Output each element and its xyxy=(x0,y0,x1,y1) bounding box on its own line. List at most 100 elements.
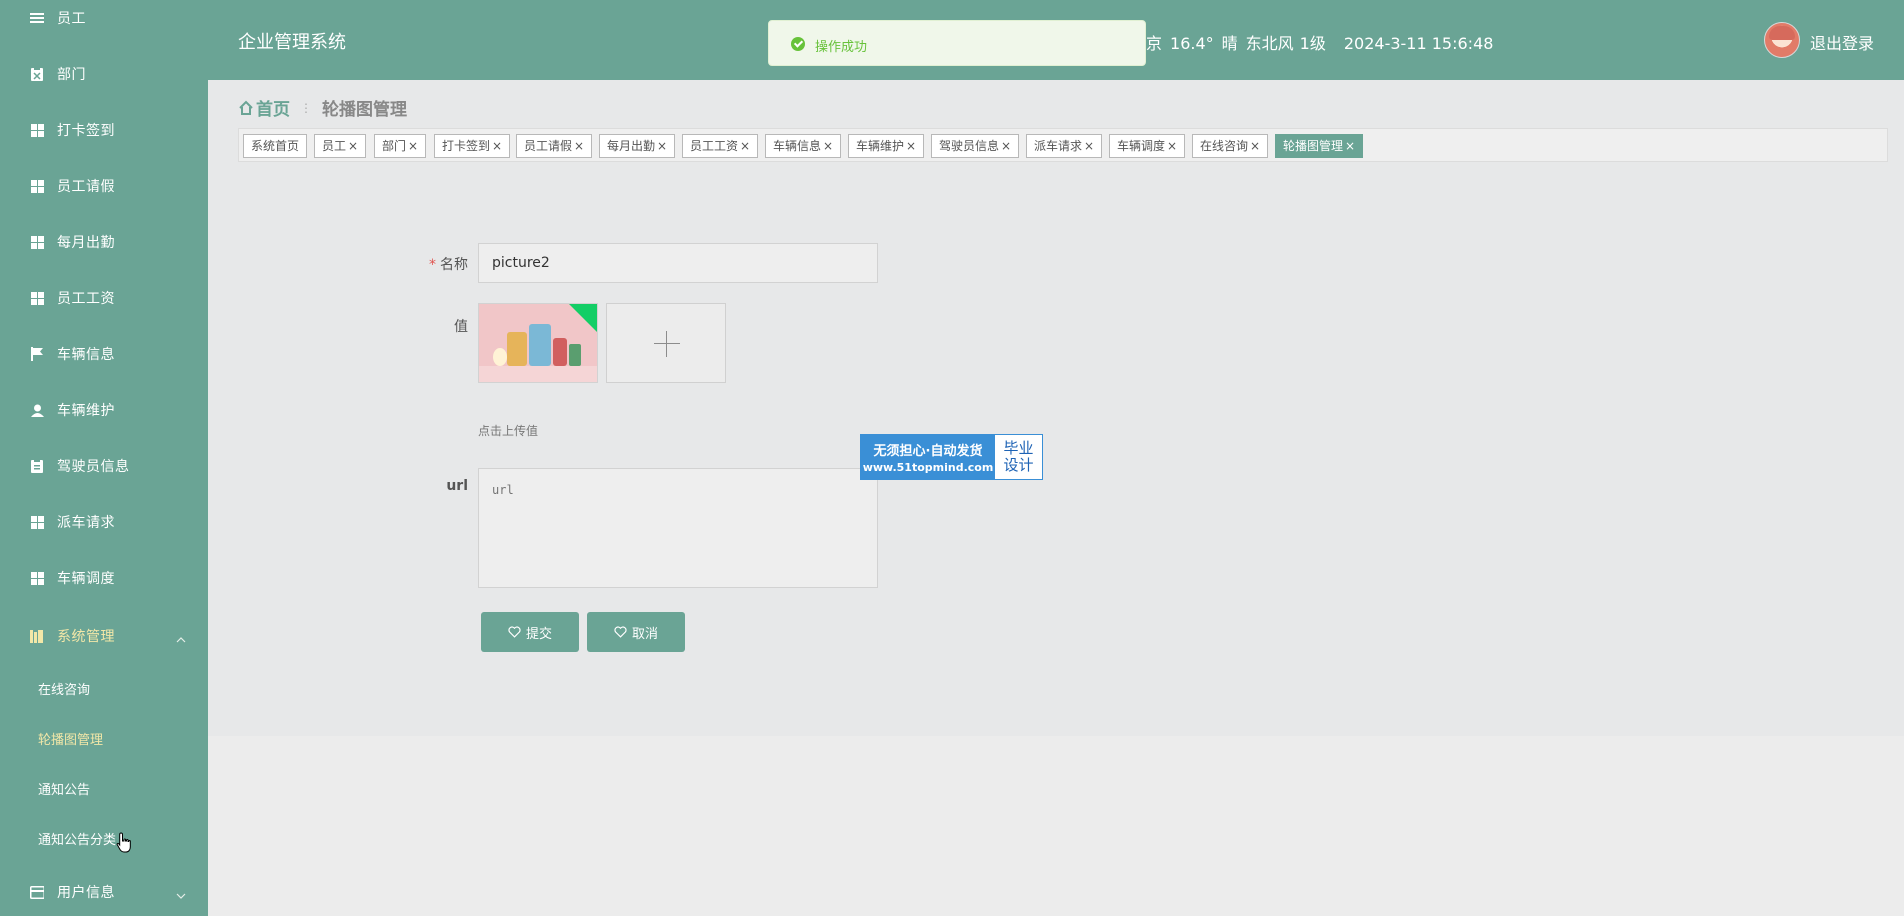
breadcrumb-home[interactable]: 首页 xyxy=(238,95,290,120)
thumbnail-item xyxy=(569,344,581,366)
sidebar-item-label: 每月出勤 xyxy=(57,235,115,251)
heart-icon xyxy=(614,626,627,638)
grid-icon xyxy=(30,179,44,193)
close-icon[interactable]: × xyxy=(823,139,833,153)
close-icon[interactable]: × xyxy=(1001,139,1011,153)
name-input[interactable]: picture2 xyxy=(478,243,878,283)
heart-icon xyxy=(508,626,521,638)
grid-icon xyxy=(30,235,44,249)
grid-icon xyxy=(30,291,44,305)
uploaded-image-thumbnail[interactable] xyxy=(478,303,598,383)
cancel-button[interactable]: 取消 xyxy=(587,612,685,652)
sidebar-subitem-online-consult[interactable]: 在线咨询 xyxy=(0,670,208,706)
sidebar: 员工 部门 打卡签到 员工请假 每月出勤 员工工资 车辆信息 车辆维护 驾驶员信… xyxy=(0,0,208,916)
tag-checkin[interactable]: 打卡签到 × xyxy=(434,134,511,158)
tag-label: 在线咨询 xyxy=(1200,139,1249,153)
thumbnail-item xyxy=(553,338,567,366)
watermark-right1: 毕业 xyxy=(1003,439,1034,457)
home-icon xyxy=(239,100,253,115)
tag-dispatch-request[interactable]: 派车请求 × xyxy=(1026,134,1103,158)
tag-leave[interactable]: 员工请假 × xyxy=(516,134,593,158)
close-icon[interactable]: × xyxy=(1167,139,1177,153)
sidebar-item-leave[interactable]: 员工请假 xyxy=(0,166,208,206)
tag-driver-info[interactable]: 驾驶员信息 × xyxy=(931,134,1020,158)
sidebar-item-vehicle-maintenance[interactable]: 车辆维护 xyxy=(0,390,208,430)
weather-wind: 东北风 xyxy=(1245,34,1294,53)
close-icon[interactable]: × xyxy=(1345,139,1355,153)
sidebar-item-vehicle-scheduling[interactable]: 车辆调度 xyxy=(0,558,208,598)
sidebar-item-system-management[interactable]: 系统管理 xyxy=(0,616,208,656)
tag-online-consult[interactable]: 在线咨询 × xyxy=(1192,134,1269,158)
sidebar-item-label: 员工 xyxy=(57,11,86,27)
sidebar-subitem-label: 轮播图管理 xyxy=(38,732,104,748)
weather-city: 京 xyxy=(1146,34,1163,53)
tag-department[interactable]: 部门 × xyxy=(374,134,427,158)
sidebar-item-label: 车辆信息 xyxy=(57,347,115,363)
upload-plus-button[interactable] xyxy=(606,303,726,383)
sidebar-item-label: 驾驶员信息 xyxy=(57,459,130,475)
thumbnail-shelf xyxy=(479,366,597,382)
grid-icon xyxy=(30,571,44,585)
menu-icon xyxy=(30,11,44,25)
sidebar-subitem-label: 通知公告分类 xyxy=(38,832,117,848)
tag-salary[interactable]: 员工工资 × xyxy=(682,134,759,158)
sidebar-item-department[interactable]: 部门 xyxy=(0,54,208,94)
close-icon[interactable]: × xyxy=(906,139,916,153)
close-icon[interactable]: × xyxy=(408,139,418,153)
sidebar-item-salary[interactable]: 员工工资 xyxy=(0,278,208,318)
user-icon xyxy=(30,403,44,417)
sidebar-item-label: 系统管理 xyxy=(57,629,115,645)
tag-home[interactable]: 系统首页 xyxy=(243,134,308,158)
sidebar-item-driver-info[interactable]: 驾驶员信息 xyxy=(0,446,208,486)
tag-label: 系统首页 xyxy=(251,139,300,153)
check-circle-icon xyxy=(791,37,805,51)
watermark-right2: 设计 xyxy=(1003,456,1034,474)
sidebar-item-checkin[interactable]: 打卡签到 xyxy=(0,110,208,150)
watermark-right: 毕业 设计 xyxy=(995,435,1042,479)
tag-employee[interactable]: 员工 × xyxy=(314,134,367,158)
sidebar-item-attendance[interactable]: 每月出勤 xyxy=(0,222,208,262)
flag-icon xyxy=(30,347,44,361)
thumbnail-item xyxy=(507,332,527,366)
close-icon[interactable]: × xyxy=(657,139,667,153)
tag-vehicle-info[interactable]: 车辆信息 × xyxy=(765,134,842,158)
required-asterisk: * xyxy=(429,257,436,273)
sidebar-item-label: 派车请求 xyxy=(57,515,115,531)
tag-label: 车辆调度 xyxy=(1117,139,1166,153)
sidebar-item-dispatch-request[interactable]: 派车请求 xyxy=(0,502,208,542)
tag-label: 车辆维护 xyxy=(856,139,905,153)
close-icon[interactable]: × xyxy=(1084,139,1094,153)
tag-vehicle-maintenance[interactable]: 车辆维护 × xyxy=(848,134,925,158)
tag-label: 车辆信息 xyxy=(773,139,822,153)
close-icon[interactable]: × xyxy=(740,139,750,153)
sidebar-item-label: 用户信息 xyxy=(57,885,115,901)
watermark-line1: 无须担心·自动发货 xyxy=(873,444,983,459)
weather-condition: 晴 xyxy=(1221,34,1238,53)
breadcrumb: 首页 ⋮ 轮播图管理 xyxy=(238,95,407,120)
thumbnail-item xyxy=(529,324,551,366)
weather-temp: 16.4° xyxy=(1170,34,1214,53)
close-icon[interactable]: × xyxy=(1250,139,1260,153)
weather-info: 京 16.4° 晴东北风 1级 2024-3-11 15:6:48 xyxy=(1146,30,1501,54)
submit-button[interactable]: 提交 xyxy=(481,612,579,652)
tag-vehicle-scheduling[interactable]: 车辆调度 × xyxy=(1109,134,1186,158)
avatar[interactable] xyxy=(1764,22,1800,58)
sidebar-subitem-carousel-management[interactable]: 轮播图管理 xyxy=(0,720,208,756)
thumbnail-item xyxy=(493,348,507,366)
url-textarea[interactable] xyxy=(478,468,878,588)
sidebar-item-employee[interactable]: 员工 xyxy=(0,0,208,38)
sidebar-item-vehicle-info[interactable]: 车辆信息 xyxy=(0,334,208,374)
sidebar-subitem-notice-category[interactable]: 通知公告分类 xyxy=(0,820,208,856)
sidebar-subitem-notice[interactable]: 通知公告 xyxy=(0,770,208,806)
breadcrumb-separator-icon: ⋮ xyxy=(300,100,312,115)
tag-label: 员工 xyxy=(322,139,347,153)
tag-attendance[interactable]: 每月出勤 × xyxy=(599,134,676,158)
tag-carousel-management[interactable]: 轮播图管理 × xyxy=(1275,134,1364,158)
submit-label: 提交 xyxy=(525,626,552,642)
book-icon xyxy=(30,629,44,643)
close-icon[interactable]: × xyxy=(348,139,358,153)
close-icon[interactable]: × xyxy=(574,139,584,153)
close-icon[interactable]: × xyxy=(492,139,502,153)
sidebar-item-user-info[interactable]: 用户信息 xyxy=(0,872,208,912)
logout-button[interactable]: 退出登录 xyxy=(1810,30,1874,54)
